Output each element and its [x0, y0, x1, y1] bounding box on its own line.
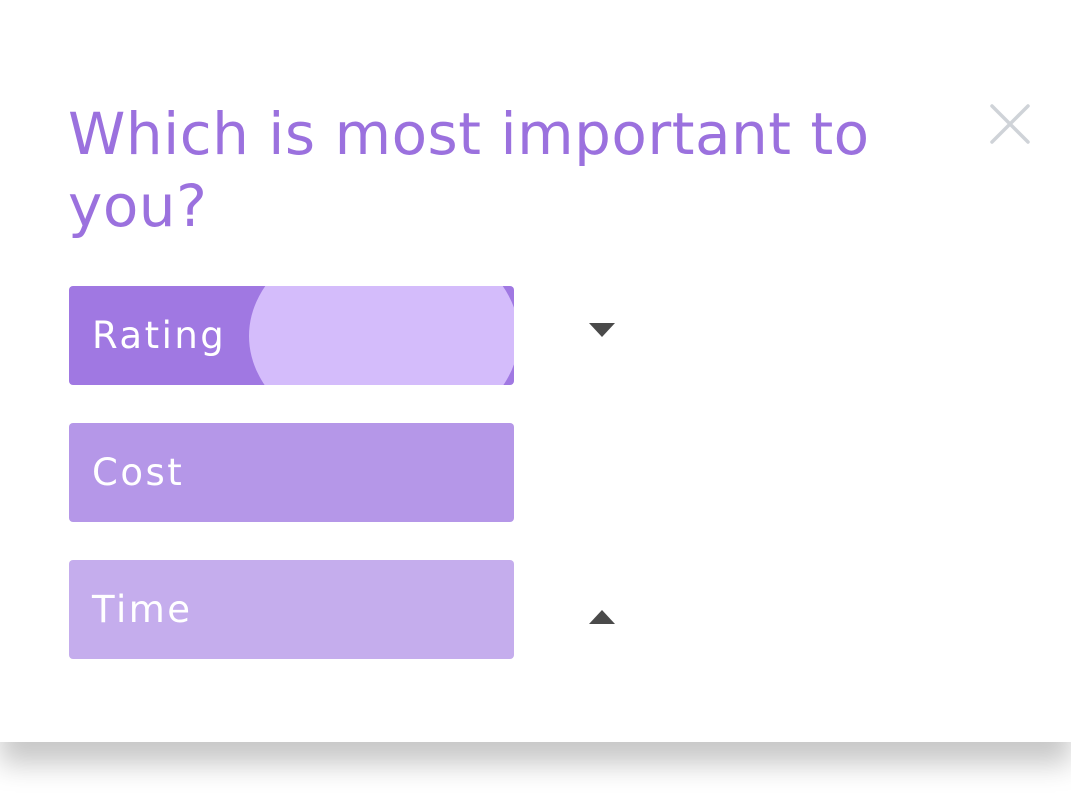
- triangle-up-icon: [589, 610, 615, 624]
- move-up-button[interactable]: [589, 609, 615, 624]
- option-label: Rating: [92, 314, 227, 357]
- press-ripple: [249, 286, 514, 385]
- option-label: Cost: [92, 451, 185, 494]
- move-down-button[interactable]: [589, 322, 615, 337]
- option-time[interactable]: Time: [69, 560, 514, 659]
- option-label: Time: [92, 588, 193, 631]
- option-cost[interactable]: Cost: [69, 423, 514, 522]
- close-button[interactable]: [986, 100, 1034, 148]
- close-icon: [990, 104, 1030, 144]
- triangle-down-icon: [589, 323, 615, 337]
- screen: Which is most important to you? Rating C…: [0, 0, 1071, 800]
- option-rating[interactable]: Rating: [69, 286, 514, 385]
- ranking-dialog: Which is most important to you? Rating C…: [0, 0, 1071, 742]
- dialog-title: Which is most important to you?: [68, 100, 870, 240]
